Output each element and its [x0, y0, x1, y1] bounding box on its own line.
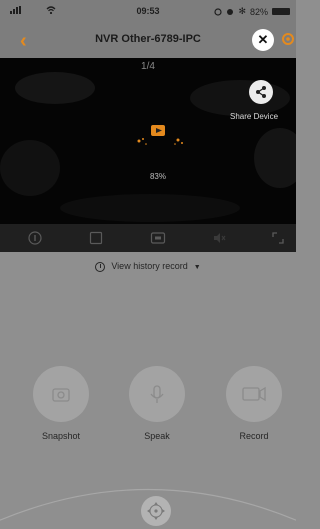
- loading-percent: 83%: [149, 172, 166, 181]
- view-history-record-link[interactable]: View history record ▼: [0, 261, 296, 272]
- alarm-icon: [214, 7, 223, 16]
- speak-button[interactable]: [129, 366, 185, 422]
- status-right: ✻ 82%: [214, 6, 290, 17]
- record-label: Record: [239, 431, 269, 441]
- expand-icon[interactable]: [270, 230, 286, 246]
- ptz-direction-button[interactable]: [141, 496, 171, 526]
- camera-icon: [52, 388, 70, 402]
- nav-bar: ‹ NVR Other-6789-IPC ✕: [0, 22, 296, 58]
- share-icon: [256, 86, 266, 98]
- fullscreen-square-icon[interactable]: [88, 230, 104, 246]
- info-icon[interactable]: [27, 230, 43, 246]
- snapshot-button[interactable]: [33, 366, 89, 422]
- mute-icon[interactable]: [211, 230, 227, 246]
- status-bar: 09:53 ✻ 82%: [0, 0, 296, 22]
- share-device-button[interactable]: [249, 80, 273, 104]
- speak-label: Speak: [144, 431, 170, 441]
- close-icon[interactable]: ✕: [252, 29, 274, 51]
- player-controls-bar: [0, 224, 296, 252]
- bluetooth-icon: ✻: [238, 6, 246, 16]
- definition-icon[interactable]: [150, 230, 166, 246]
- record-button[interactable]: [226, 366, 282, 422]
- battery-percent: 82%: [249, 6, 268, 17]
- page-indicator: 1/4: [141, 61, 155, 72]
- snapshot-label: Snapshot: [41, 431, 81, 441]
- video-record-icon: [242, 386, 266, 402]
- direction-pad-icon: [147, 502, 165, 520]
- clock-icon: [95, 261, 106, 272]
- dropdown-triangle-icon: ▼: [193, 264, 201, 271]
- settings-gear-icon[interactable]: [280, 31, 296, 47]
- video-loading-icon: [137, 125, 183, 145]
- battery-icon: [272, 8, 290, 15]
- location-icon: [227, 8, 234, 15]
- history-label: View history record: [111, 261, 188, 271]
- microphone-icon: [150, 385, 164, 403]
- share-device-label: Share Device: [230, 112, 279, 121]
